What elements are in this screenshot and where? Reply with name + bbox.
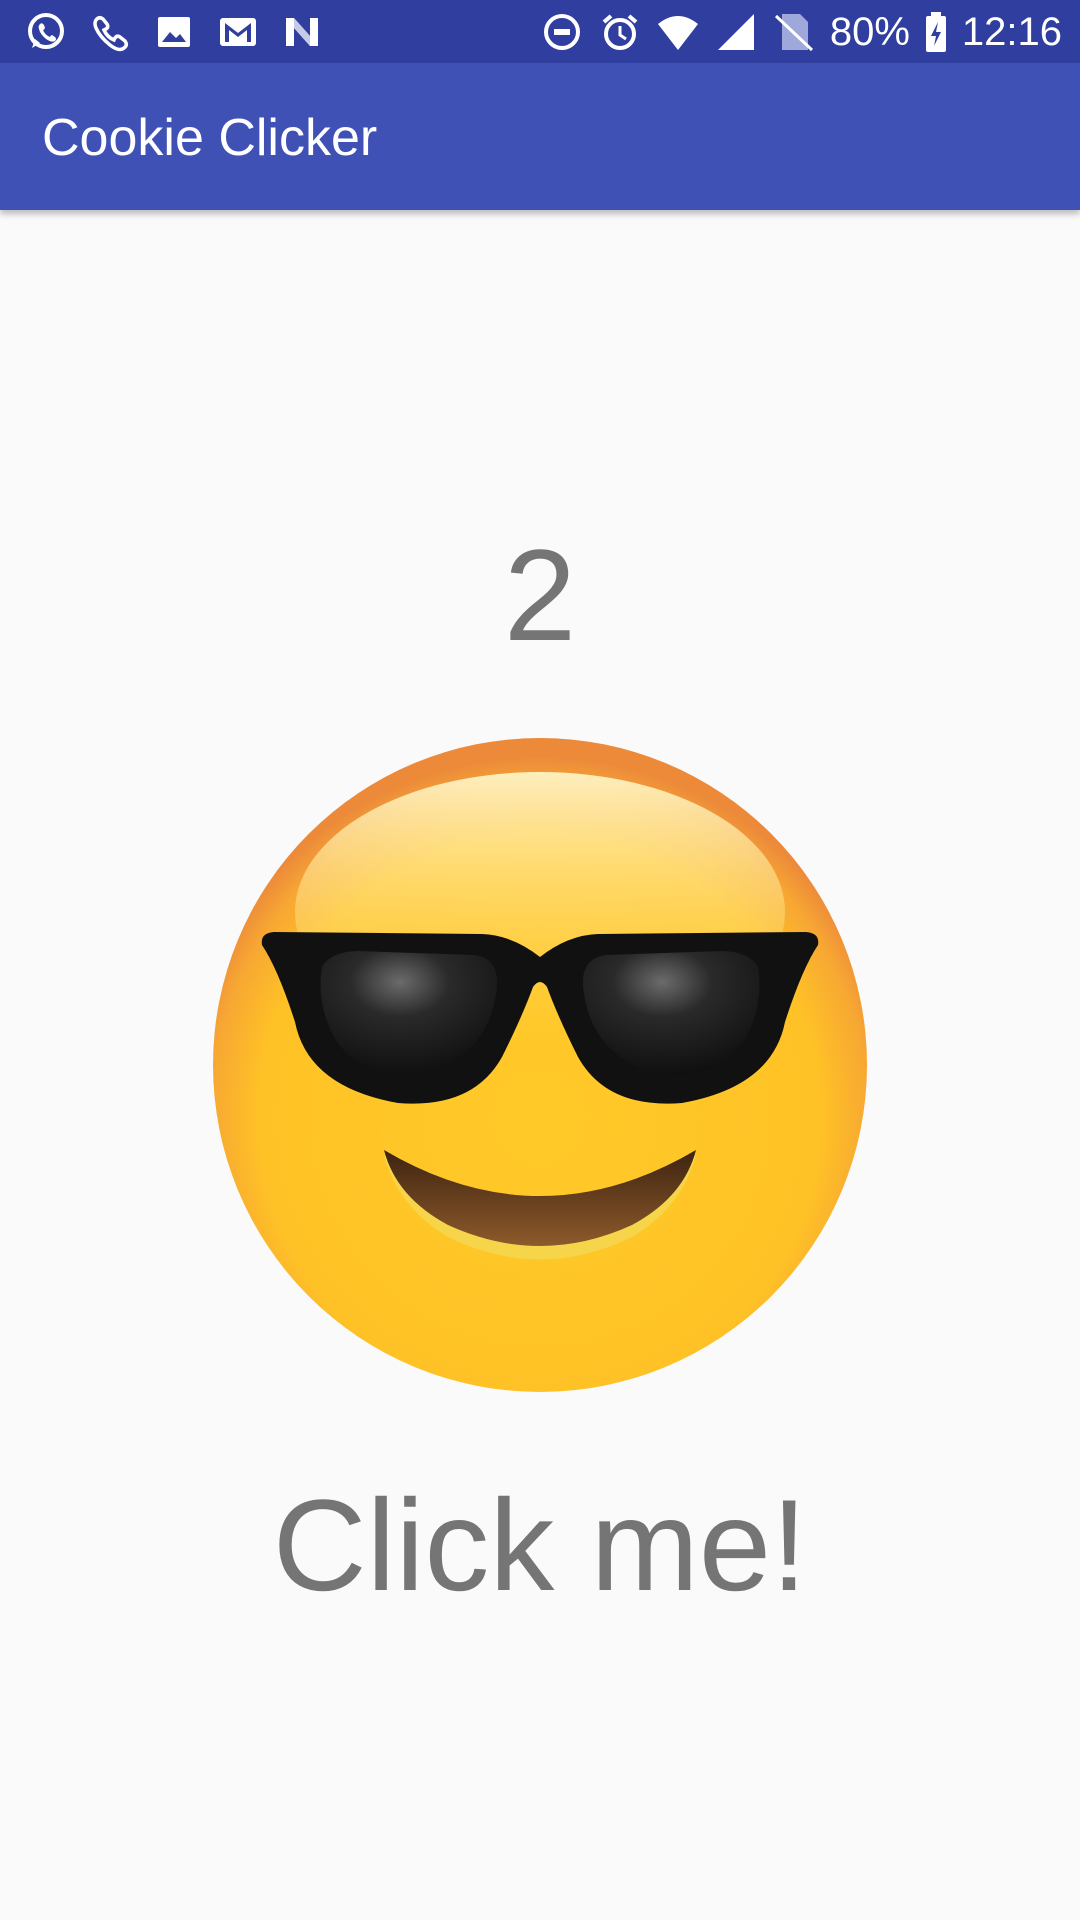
app-title: Cookie Clicker — [42, 109, 378, 167]
sunglasses-emoji-button[interactable] — [212, 737, 868, 1393]
battery-percent: 80% — [829, 10, 910, 54]
click-me-label[interactable]: Click me! — [0, 1470, 1080, 1620]
phone-icon — [88, 10, 132, 54]
signal-icon — [714, 10, 758, 54]
image-icon — [152, 10, 196, 54]
no-sim-icon — [772, 10, 816, 54]
notification-icons — [24, 10, 324, 54]
gmail-icon — [216, 10, 260, 54]
n-app-icon — [280, 10, 324, 54]
battery-charging-icon — [924, 10, 948, 54]
do-not-disturb-icon — [540, 10, 584, 54]
smiling-face-with-sunglasses-icon[interactable] — [212, 737, 868, 1393]
whatsapp-icon — [24, 10, 68, 54]
app-bar: Cookie Clicker — [0, 63, 1080, 210]
system-icons: 80% 12:16 — [540, 10, 1062, 54]
wifi-icon — [656, 10, 700, 54]
alarm-icon — [598, 10, 642, 54]
status-bar: 80% 12:16 — [0, 0, 1080, 63]
click-counter: 2 — [503, 522, 577, 668]
clock: 12:16 — [961, 10, 1062, 54]
